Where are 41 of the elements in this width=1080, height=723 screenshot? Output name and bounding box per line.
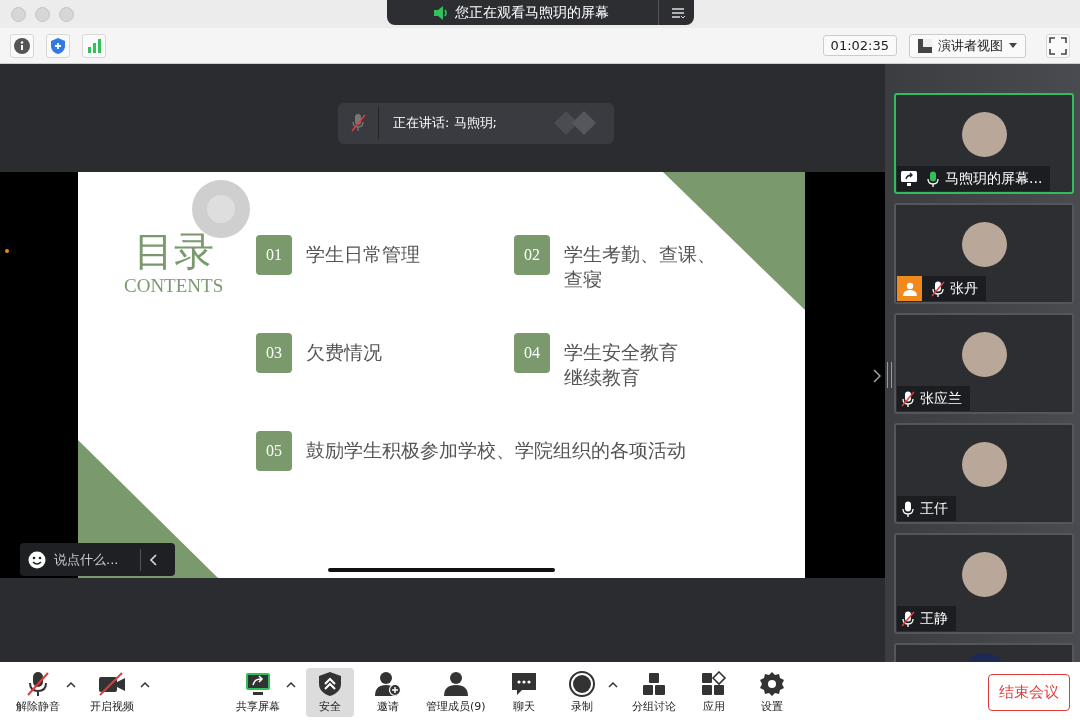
agenda-text: 鼓励学生积极参加学校、学院组织的各项活动 [306, 438, 686, 463]
end-meeting-button[interactable]: 结束会议 [988, 674, 1070, 711]
video-button[interactable]: 开启视频 [86, 668, 138, 717]
settings-button[interactable]: 设置 [747, 668, 796, 717]
members-button[interactable]: 管理成员(9) [422, 668, 490, 717]
participant-name: 张应兰 [920, 389, 962, 408]
share-button[interactable]: 共享屏幕 [232, 668, 284, 717]
apps-button[interactable]: 应用 [689, 668, 738, 717]
agenda-text: 欠费情况 [306, 340, 382, 365]
agenda-text: 继续教育 [564, 365, 641, 390]
mic-button[interactable]: 解除静音 [12, 668, 64, 717]
item-number: 03 [256, 333, 292, 373]
breakout-button[interactable]: 分组讨论 [627, 668, 680, 717]
window-title: 您正在观看马煦玥的屏幕 [455, 3, 610, 22]
slide-title: 目录 [133, 227, 214, 275]
participant-tile[interactable]: 张丹 [894, 203, 1074, 304]
item-number: 04 [514, 333, 550, 373]
speaker-text: 正在讲话: 马煦玥; [393, 114, 498, 132]
participant-tile[interactable]: 王静 [894, 533, 1074, 634]
agenda-text: 查寝 [564, 267, 603, 292]
chat-input[interactable]: 说点什么... [54, 552, 132, 567]
participant-tile[interactable]: 王仟 [894, 423, 1074, 524]
participant-name: 张丹 [950, 279, 978, 298]
participant-tile[interactable]: 张应兰 [894, 313, 1074, 414]
participant-name: 王仟 [920, 499, 948, 518]
agenda-text: 学生日常管理 [306, 242, 420, 267]
record-button[interactable]: 录制 [557, 668, 606, 717]
agenda-text: 学生安全教育 [564, 340, 678, 365]
slide-subtitle: CONTENTS [124, 275, 224, 297]
security-button[interactable]: 安全 [306, 668, 354, 717]
participant-name: 王静 [920, 609, 948, 628]
item-number: 05 [256, 431, 292, 471]
agenda-text: 学生考勤、查课、 [564, 242, 716, 267]
item-number: 01 [256, 235, 292, 275]
participant-name: 马煦玥的屏幕... [945, 169, 1043, 188]
meeting-timer: 01:02:35 [822, 35, 897, 56]
invite-button[interactable]: 邀请 [364, 668, 412, 717]
item-number: 02 [514, 235, 550, 275]
chat-button[interactable]: 聊天 [499, 668, 548, 717]
participant-tile[interactable]: 马煦玥的屏幕... [894, 93, 1074, 194]
view-dropdown[interactable]: 演讲者视图 [909, 33, 1026, 58]
